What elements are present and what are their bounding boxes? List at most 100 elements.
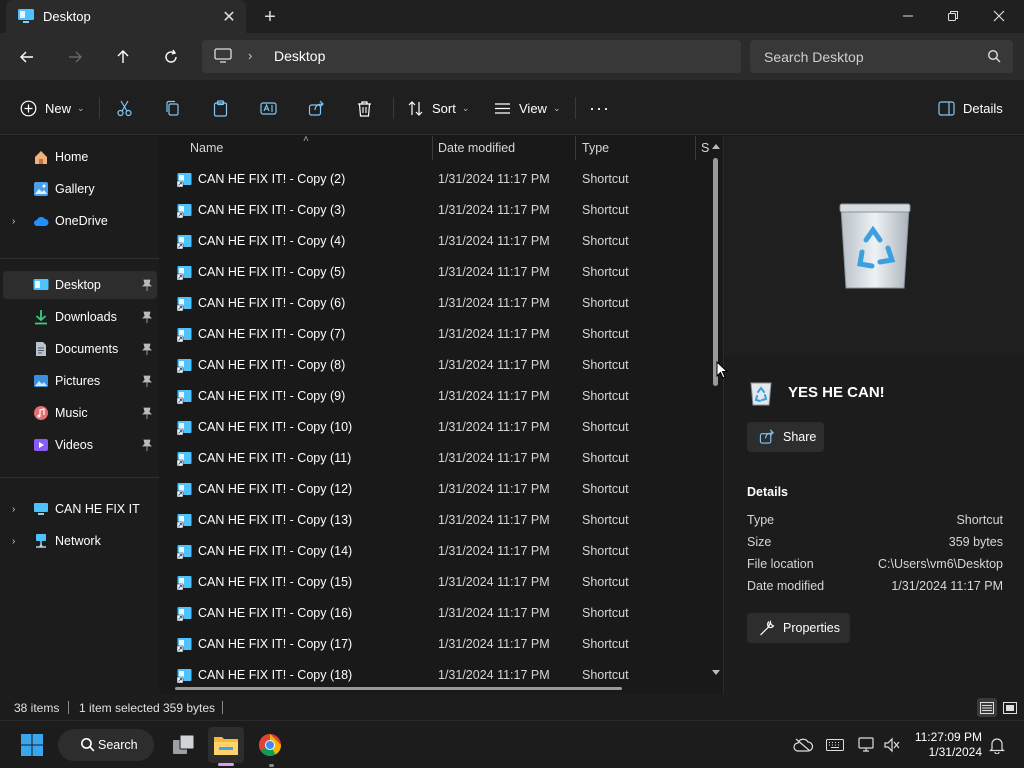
view-button[interactable]: View ⌄ [494, 94, 561, 122]
properties-button[interactable]: Properties [747, 613, 850, 643]
back-button[interactable] [11, 41, 43, 73]
table-row[interactable]: CAN HE FIX IT! - Copy (7) 1/31/2024 11:17… [169, 319, 704, 350]
table-row[interactable]: CAN HE FIX IT! - Copy (4) 1/31/2024 11:17… [169, 226, 704, 257]
shortcut-file-icon [177, 669, 192, 683]
table-row[interactable]: CAN HE FIX IT! - Copy (3) 1/31/2024 11:17… [169, 195, 704, 226]
table-row[interactable]: CAN HE FIX IT! - Copy (17) 1/31/2024 11:1… [169, 629, 704, 660]
arrow-up-icon [117, 50, 129, 63]
table-row[interactable]: CAN HE FIX IT! - Copy (16) 1/31/2024 11:1… [169, 598, 704, 629]
sidebar-item-desktop[interactable]: Desktop [3, 271, 157, 299]
search-placeholder: Search Desktop [764, 49, 864, 65]
search-icon [987, 49, 1001, 63]
breadcrumb-separator[interactable]: › [248, 48, 252, 63]
details-pane-button[interactable]: Details [938, 94, 1003, 122]
column-name[interactable]: Name [190, 141, 223, 155]
column-size[interactable]: S [701, 141, 709, 155]
scroll-up-icon[interactable] [711, 142, 721, 150]
sidebar-item-music[interactable]: Music [3, 399, 157, 427]
vertical-scrollbar[interactable] [710, 142, 722, 682]
onedrive-tray-icon[interactable] [793, 736, 813, 754]
minimize-button[interactable] [885, 0, 931, 32]
file-type: Shortcut [582, 327, 629, 341]
sidebar-item-downloads[interactable]: Downloads [3, 303, 157, 331]
rename-button[interactable] [260, 94, 277, 122]
sidebar-item-home[interactable]: Home [3, 143, 157, 171]
forward-button[interactable] [59, 41, 91, 73]
sidebar-item-pictures[interactable]: Pictures [3, 367, 157, 395]
windows-logo-icon [21, 734, 43, 756]
sidebar-item-this-pc[interactable]: › CAN HE FIX IT [3, 495, 157, 523]
table-row[interactable]: CAN HE FIX IT! - Copy (10) 1/31/2024 11:1… [169, 412, 704, 443]
scrollbar-thumb[interactable] [713, 158, 718, 386]
music-icon [34, 406, 48, 420]
cut-button[interactable] [116, 94, 133, 122]
share-toolbar-button[interactable] [308, 94, 325, 122]
file-explorer-taskbar-button[interactable] [208, 727, 244, 763]
sort-button[interactable]: Sort ⌄ [407, 94, 469, 122]
expand-chevron-icon[interactable]: › [12, 504, 15, 515]
scroll-down-icon[interactable] [711, 669, 721, 677]
search-box[interactable]: Search Desktop [750, 40, 1013, 73]
sidebar-item-documents[interactable]: Documents [3, 335, 157, 363]
table-row[interactable]: CAN HE FIX IT! - Copy (2) 1/31/2024 11:17… [169, 164, 704, 195]
new-tab-button[interactable]: + [258, 5, 282, 29]
more-options-button[interactable]: ··· [589, 94, 610, 122]
wrench-icon [760, 620, 775, 636]
taskbar-search[interactable]: Search [58, 729, 154, 761]
details-view-button[interactable] [977, 698, 997, 717]
network-tray-icon[interactable] [857, 736, 877, 754]
table-row[interactable]: CAN HE FIX IT! - Copy (11) 1/31/2024 11:1… [169, 443, 704, 474]
table-row[interactable]: CAN HE FIX IT! - Copy (15) 1/31/2024 11:1… [169, 567, 704, 598]
file-list: ˄ Name Date modified Type S CAN HE FIX I… [159, 136, 723, 694]
notifications-button[interactable] [987, 736, 1007, 754]
clock[interactable]: 11:27:09 PM 1/31/2024 [900, 730, 982, 760]
column-divider[interactable] [695, 136, 696, 160]
volume-tray-icon[interactable] [882, 736, 902, 754]
delete-button[interactable] [356, 94, 373, 122]
refresh-button[interactable] [155, 41, 187, 73]
share-label: Share [783, 430, 817, 444]
network-icon [36, 534, 46, 548]
copy-button[interactable] [164, 94, 181, 122]
sidebar-item-label: OneDrive [55, 214, 108, 228]
chrome-taskbar-button[interactable] [252, 727, 288, 763]
new-button[interactable]: New ⌄ [20, 94, 85, 122]
sidebar-item-videos[interactable]: Videos [3, 431, 157, 459]
column-type[interactable]: Type [582, 141, 609, 155]
column-date-modified[interactable]: Date modified [438, 141, 515, 155]
horizontal-scrollbar-thumb[interactable] [175, 687, 622, 690]
table-row[interactable]: CAN HE FIX IT! - Copy (13) 1/31/2024 11:1… [169, 505, 704, 536]
sidebar-item-gallery[interactable]: Gallery [3, 175, 157, 203]
expand-chevron-icon[interactable]: › [12, 536, 15, 547]
table-row[interactable]: CAN HE FIX IT! - Copy (5) 1/31/2024 11:17… [169, 257, 704, 288]
tiles-view-button[interactable] [1000, 698, 1020, 717]
sidebar-item-onedrive[interactable]: › OneDrive [3, 207, 157, 235]
table-row[interactable]: CAN HE FIX IT! - Copy (14) 1/31/2024 11:1… [169, 536, 704, 567]
file-date-modified: 1/31/2024 11:17 PM [438, 513, 550, 527]
column-divider[interactable] [575, 136, 576, 160]
close-window-button[interactable] [976, 0, 1022, 32]
up-button[interactable] [107, 41, 139, 73]
paste-button[interactable] [212, 94, 229, 122]
close-tab-button[interactable]: ✕ [218, 6, 240, 28]
table-row[interactable]: CAN HE FIX IT! - Copy (8) 1/31/2024 11:17… [169, 350, 704, 381]
column-divider[interactable] [432, 136, 433, 160]
table-row[interactable]: CAN HE FIX IT! - Copy (12) 1/31/2024 11:1… [169, 474, 704, 505]
detail-key-type: Type [747, 513, 775, 527]
table-row[interactable]: CAN HE FIX IT! - Copy (9) 1/31/2024 11:17… [169, 381, 704, 412]
navigation-pane: Home Gallery › OneDrive Desktop Download… [0, 136, 159, 694]
task-view-button[interactable] [166, 727, 202, 763]
table-row[interactable]: CAN HE FIX IT! - Copy (6) 1/31/2024 11:17… [169, 288, 704, 319]
maximize-button[interactable] [930, 0, 976, 32]
clock-time: 11:27:09 PM [914, 730, 982, 744]
expand-chevron-icon[interactable]: › [12, 216, 15, 227]
file-type: Shortcut [582, 544, 629, 558]
pictures-icon [34, 375, 48, 387]
keyboard-tray-icon[interactable] [825, 736, 845, 754]
sidebar-item-network[interactable]: › Network [3, 527, 157, 555]
tab-desktop[interactable]: Desktop ✕ [6, 0, 246, 33]
address-box[interactable]: › Desktop [202, 40, 741, 73]
breadcrumb-desktop[interactable]: Desktop [274, 48, 325, 64]
start-button[interactable] [14, 727, 50, 763]
share-button[interactable]: Share [747, 422, 824, 452]
